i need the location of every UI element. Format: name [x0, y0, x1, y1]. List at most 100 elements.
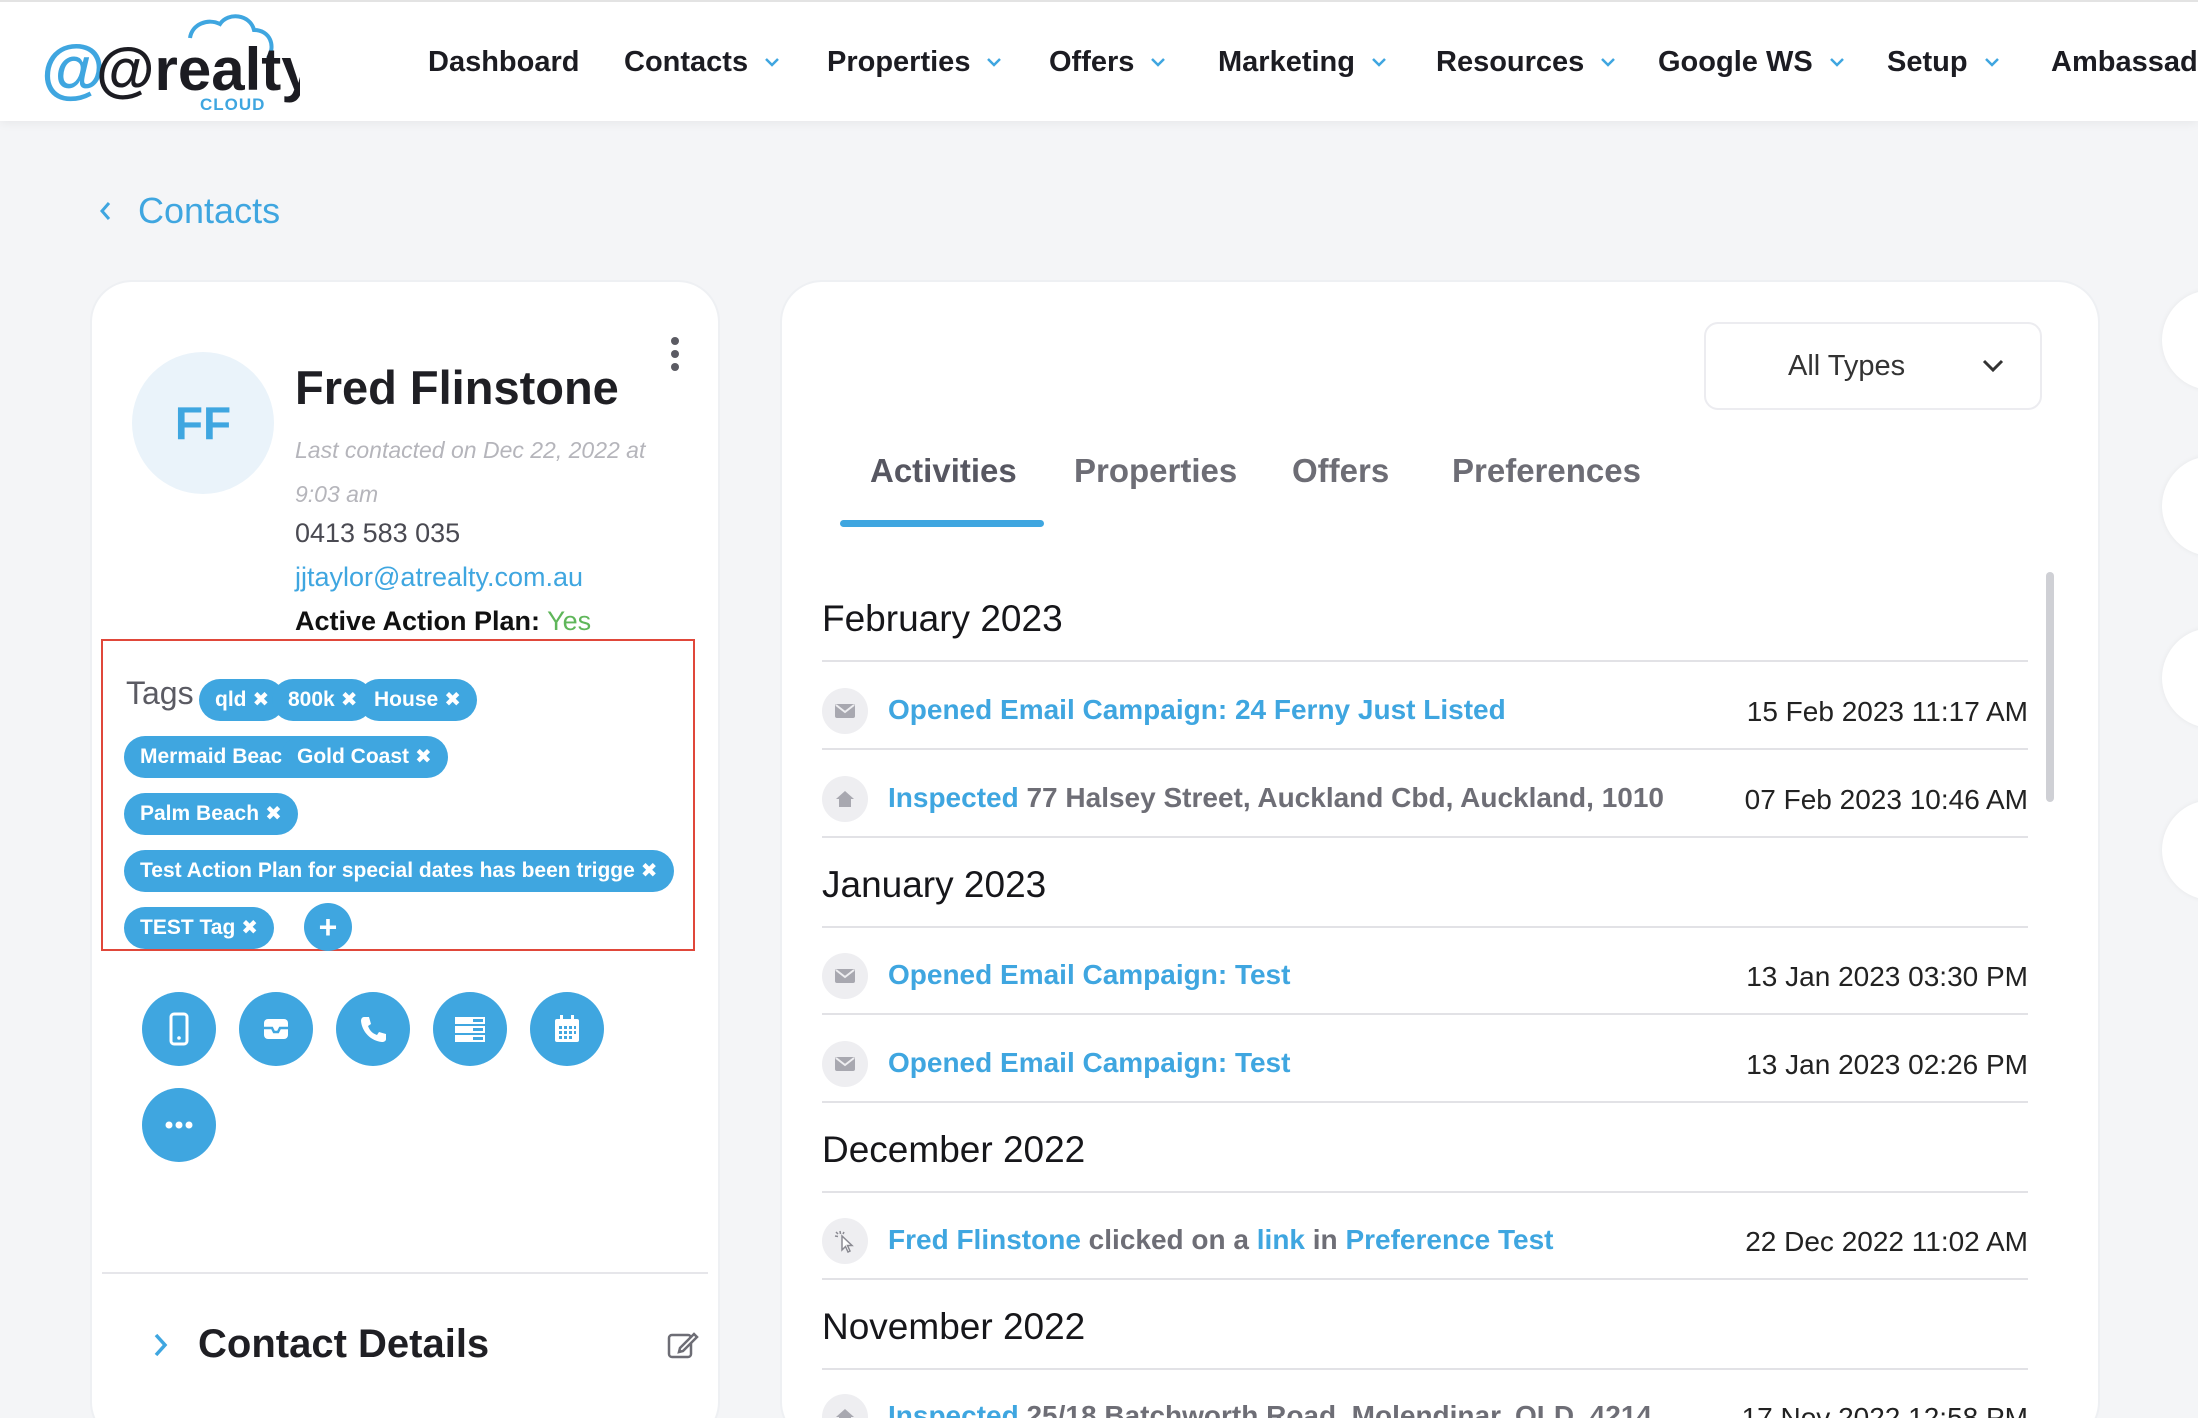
contact-name: Fred Flinstone [295, 361, 619, 414]
more-vertical-icon[interactable] [668, 336, 682, 372]
select-value: All Types [1788, 349, 1906, 382]
nav-marketing[interactable]: Marketing [1218, 42, 1387, 82]
divider [822, 748, 2028, 750]
close-icon[interactable]: ✖ [241, 918, 258, 938]
close-icon[interactable]: ✖ [415, 747, 432, 767]
tab-activities[interactable]: Activities [870, 452, 1017, 490]
action-plan-value: Yes [547, 606, 592, 636]
tag-chip[interactable]: Test Action Plan for special dates has b… [124, 850, 674, 892]
activity-entry: Opened Email Campaign: Test [888, 959, 1290, 991]
divider [822, 836, 2028, 838]
side-panel-button[interactable] [2162, 456, 2198, 556]
calendar-button[interactable] [530, 992, 604, 1066]
tab-offers[interactable]: Offers [1292, 452, 1389, 490]
nav-label: Ambassado [2051, 45, 2198, 78]
close-icon[interactable]: ✖ [265, 804, 282, 824]
chevron-down-icon [987, 58, 1002, 67]
nav-offers[interactable]: Offers [1049, 42, 1166, 82]
tag-chip[interactable]: TEST Tag ✖ [124, 907, 275, 949]
scrollbar-thumb[interactable] [2046, 572, 2054, 802]
inspected-link[interactable]: Inspected [888, 782, 1019, 813]
email-icon [822, 1041, 868, 1087]
activity-date: 07 Feb 2023 10:46 AM [1744, 784, 2028, 815]
back-to-contacts-link[interactable]: Contacts [98, 188, 280, 234]
nav-setup[interactable]: Setup [1887, 42, 2000, 82]
nav-label: Properties [827, 45, 971, 78]
logo-subtext: CLOUD [200, 95, 265, 114]
preference-link[interactable]: Preference Test [1345, 1224, 1553, 1255]
chevron-down-icon [1151, 58, 1166, 67]
side-panel-button[interactable] [2162, 628, 2198, 728]
nav-resources[interactable]: Resources [1436, 42, 1616, 82]
activity-date: 13 Jan 2023 03:30 PM [1746, 961, 2028, 992]
tab-properties[interactable]: Properties [1074, 452, 1237, 490]
close-icon[interactable]: ✖ [444, 690, 461, 710]
tag-label: TEST Tag [140, 916, 236, 939]
side-panel-button[interactable] [2162, 290, 2198, 390]
divider [102, 1272, 708, 1274]
tag-label: Mermaid Beach [140, 745, 296, 768]
action-plan-label: Active Action Plan: [295, 606, 541, 636]
inspected-link[interactable]: Inspected [888, 1400, 1019, 1418]
nav-google-ws[interactable]: Google WS [1658, 42, 1845, 82]
divider [822, 1278, 2028, 1280]
nav-label: Contacts [624, 45, 749, 78]
contact-link[interactable]: Fred Flinstone [888, 1224, 1081, 1255]
more-actions-button[interactable] [142, 1088, 216, 1162]
link-link[interactable]: link [1257, 1224, 1305, 1255]
entry-text: in [1305, 1224, 1346, 1255]
edit-icon[interactable] [666, 1328, 700, 1362]
activity-card: All Types Activities Properties Offers P… [782, 282, 2098, 1418]
cursor-click-icon [822, 1218, 868, 1264]
nav-label: Google WS [1658, 45, 1813, 78]
month-heading: December 2022 [822, 1129, 1086, 1170]
contact-email-link[interactable]: jjtaylor@atrealty.com.au [295, 562, 583, 593]
active-action-plan: Active Action Plan: Yes [295, 606, 591, 637]
activity-date: 22 Dec 2022 11:02 AM [1745, 1226, 2028, 1257]
campaign-link[interactable]: Opened Email Campaign: 24 Ferny Just Lis… [888, 694, 1506, 725]
form-icon [455, 1017, 485, 1042]
tag-chip[interactable]: Gold Coast ✖ [281, 736, 448, 778]
last-contacted-text: Last contacted on Dec 22, 2022 at 9:03 a… [295, 437, 646, 507]
divider [822, 1191, 2028, 1193]
contact-details-toggle[interactable]: Contact Details [152, 1322, 489, 1367]
nav-contacts[interactable]: Contacts [624, 42, 780, 82]
email-icon [822, 953, 868, 999]
nav-dashboard[interactable]: Dashboard [428, 42, 579, 82]
activity-date: 17 Nov 2022 12:58 PM [1741, 1402, 2028, 1418]
mobile-icon [169, 1012, 189, 1046]
tag-chip[interactable]: Palm Beach ✖ [124, 793, 298, 835]
form-button[interactable] [433, 992, 507, 1066]
email-button[interactable] [239, 992, 313, 1066]
chevron-down-icon [765, 58, 779, 67]
mobile-button[interactable] [142, 992, 216, 1066]
divider [822, 1368, 2028, 1370]
nav-label: Setup [1887, 45, 1968, 78]
activity-date: 13 Jan 2023 02:26 PM [1746, 1049, 2028, 1080]
tab-preferences[interactable]: Preferences [1452, 452, 1641, 490]
avatar: FF [132, 352, 274, 494]
nav-properties[interactable]: Properties [827, 42, 1002, 82]
activity-type-select[interactable]: All Types [1704, 322, 2042, 410]
tag-label: House [374, 688, 439, 711]
campaign-link[interactable]: Opened Email Campaign: Test [888, 1047, 1290, 1078]
realty-cloud-logo[interactable]: @ @realty CLOUD [40, 10, 300, 114]
call-button[interactable] [336, 992, 410, 1066]
contact-profile-card: FF Fred Flinstone Last contacted on Dec … [92, 282, 718, 1418]
tag-label: Palm Beach [140, 802, 260, 825]
month-heading: January 2023 [822, 864, 1047, 905]
tag-chip[interactable]: House ✖ [358, 679, 477, 721]
add-tag-button[interactable]: + [304, 903, 352, 951]
chevron-down-icon [1601, 58, 1616, 67]
side-panel-button[interactable] [2162, 800, 2198, 900]
campaign-link[interactable]: Opened Email Campaign: Test [888, 959, 1290, 990]
divider [822, 1101, 2028, 1103]
nav-ambassador[interactable]: Ambassado [2051, 42, 2198, 82]
close-icon[interactable]: ✖ [641, 861, 658, 881]
house-icon [822, 1394, 868, 1418]
close-icon[interactable]: ✖ [253, 690, 270, 710]
divider [822, 660, 2028, 662]
activity-entry: Fred Flinstone clicked on a link in Pref… [888, 1224, 1553, 1256]
calendar-icon [555, 1015, 579, 1042]
close-icon[interactable]: ✖ [341, 690, 358, 710]
